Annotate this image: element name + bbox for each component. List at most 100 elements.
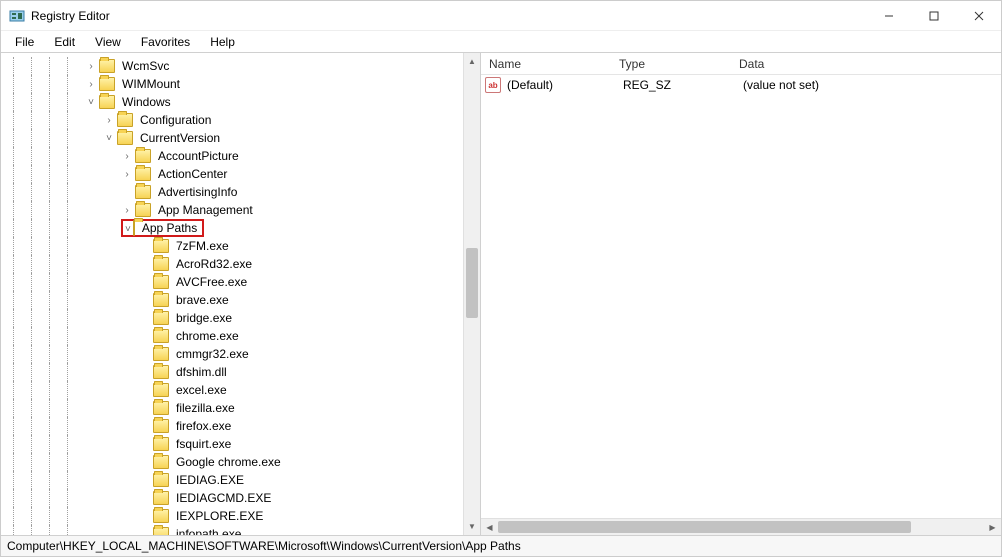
folder-icon (135, 149, 151, 163)
tree-item-label: filezilla.exe (173, 400, 238, 416)
expand-icon[interactable]: › (85, 61, 97, 72)
scroll-up-button[interactable]: ▲ (464, 53, 480, 70)
tree-item[interactable]: ·chrome.exe (1, 327, 480, 345)
tree-item[interactable]: ·dfshim.dll (1, 363, 480, 381)
tree-item[interactable]: ·7zFM.exe (1, 237, 480, 255)
tree-item[interactable]: ·bridge.exe (1, 309, 480, 327)
expand-icon[interactable]: › (121, 151, 133, 162)
tree-item[interactable]: ›AccountPicture (1, 147, 480, 165)
statusbar: Computer\HKEY_LOCAL_MACHINE\SOFTWARE\Mic… (1, 536, 1001, 556)
folder-icon (153, 239, 169, 253)
tree-item[interactable]: ·Google chrome.exe (1, 453, 480, 471)
column-name[interactable]: Name (481, 54, 611, 74)
value-type: REG_SZ (615, 75, 735, 95)
menu-edit[interactable]: Edit (46, 33, 83, 51)
tree-item-label: infopath.exe (173, 526, 244, 535)
tree-item-label: App Management (155, 202, 256, 218)
window-title: Registry Editor (31, 9, 110, 23)
close-button[interactable] (956, 1, 1001, 30)
tree-item[interactable]: ·infopath.exe (1, 525, 480, 535)
tree-item[interactable]: ·filezilla.exe (1, 399, 480, 417)
scroll-right-button[interactable]: ▶ (984, 519, 1001, 535)
folder-icon (153, 473, 169, 487)
tree-item[interactable]: ˅CurrentVersion (1, 129, 480, 147)
value-name: (Default) (507, 78, 553, 92)
tree-item-label: brave.exe (173, 292, 232, 308)
tree-item[interactable]: ·fsquirt.exe (1, 435, 480, 453)
tree-item[interactable]: ›Configuration (1, 111, 480, 129)
tree-item-label: WIMMount (119, 76, 183, 92)
folder-icon (153, 455, 169, 469)
folder-icon (99, 77, 115, 91)
collapse-icon[interactable]: ˅ (103, 133, 115, 144)
tree-item[interactable]: › WcmSvc (1, 57, 480, 75)
tree-item[interactable]: ·IEXPLORE.EXE (1, 507, 480, 525)
tree-vertical-scrollbar[interactable]: ▲ ▼ (463, 53, 480, 535)
tree-item[interactable]: ·AcroRd32.exe (1, 255, 480, 273)
tree-item[interactable]: › ActionCenter (1, 165, 480, 183)
folder-icon (135, 167, 151, 181)
titlebar: Registry Editor (1, 1, 1001, 31)
tree-item-label: AVCFree.exe (173, 274, 250, 290)
tree-item[interactable]: ·AdvertisingInfo (1, 183, 480, 201)
tree-item[interactable]: ·IEDIAGCMD.EXE (1, 489, 480, 507)
column-type[interactable]: Type (611, 54, 731, 74)
tree-item-label: cmmgr32.exe (173, 346, 252, 362)
scroll-left-button[interactable]: ◀ (481, 519, 498, 535)
window-controls (866, 1, 1001, 30)
hscroll-thumb[interactable] (498, 521, 911, 533)
tree-item[interactable]: › WIMMount (1, 75, 480, 93)
tree-item-label: firefox.exe (173, 418, 234, 434)
folder-icon (153, 257, 169, 271)
collapse-icon[interactable]: ˅ (125, 224, 131, 235)
folder-icon (153, 275, 169, 289)
tree-item-label: ActionCenter (155, 166, 230, 182)
folder-icon (117, 131, 133, 145)
tree-item[interactable]: ·IEDIAG.EXE (1, 471, 480, 489)
scroll-thumb[interactable] (466, 248, 478, 318)
tree-item-label: chrome.exe (173, 328, 242, 344)
collapse-icon[interactable]: ˅ (85, 97, 97, 108)
menu-help[interactable]: Help (202, 33, 243, 51)
tree-item[interactable]: ·AVCFree.exe (1, 273, 480, 291)
expand-icon[interactable]: › (121, 169, 133, 180)
expand-icon[interactable]: › (103, 115, 115, 126)
folder-icon (153, 491, 169, 505)
tree-item[interactable]: ˅Windows (1, 93, 480, 111)
tree-item[interactable]: ·excel.exe (1, 381, 480, 399)
folder-icon (153, 437, 169, 451)
scroll-down-button[interactable]: ▼ (464, 518, 480, 535)
folder-icon (153, 311, 169, 325)
tree-item[interactable]: › App Management (1, 201, 480, 219)
folder-icon (153, 329, 169, 343)
list-body[interactable]: ab(Default)REG_SZ(value not set) (481, 75, 1001, 95)
folder-icon (99, 95, 115, 109)
list-row[interactable]: ab(Default)REG_SZ(value not set) (481, 75, 1001, 95)
tree-item-label: excel.exe (173, 382, 230, 398)
tree-item[interactable]: ·cmmgr32.exe (1, 345, 480, 363)
maximize-button[interactable] (911, 1, 956, 30)
expand-icon[interactable]: › (85, 79, 97, 90)
folder-icon (153, 347, 169, 361)
tree-item[interactable]: ˅ App Paths (1, 219, 480, 237)
minimize-button[interactable] (866, 1, 911, 30)
hscroll-track[interactable] (498, 519, 984, 535)
folder-icon (117, 113, 133, 127)
list-horizontal-scrollbar[interactable]: ◀ ▶ (481, 518, 1001, 535)
column-data[interactable]: Data (731, 54, 1001, 74)
folder-icon (153, 293, 169, 307)
tree-item[interactable]: ·brave.exe (1, 291, 480, 309)
tree-item-label: bridge.exe (173, 310, 235, 326)
menu-view[interactable]: View (87, 33, 129, 51)
menu-file[interactable]: File (7, 33, 42, 51)
tree-item-label: 7zFM.exe (173, 238, 232, 254)
tree-item[interactable]: ·firefox.exe (1, 417, 480, 435)
tree-item-label: WcmSvc (119, 58, 172, 74)
tree-item-label: App Paths (139, 220, 200, 236)
tree-view[interactable]: › WcmSvc › WIMMount˅Windows›Configuration˅C… (1, 53, 480, 535)
tree-pane: › WcmSvc › WIMMount˅Windows›Configuration˅C… (1, 53, 481, 535)
folder-icon (153, 527, 169, 535)
expand-icon[interactable]: › (121, 205, 133, 216)
status-path: Computer\HKEY_LOCAL_MACHINE\SOFTWARE\Mic… (7, 539, 521, 553)
menu-favorites[interactable]: Favorites (133, 33, 198, 51)
